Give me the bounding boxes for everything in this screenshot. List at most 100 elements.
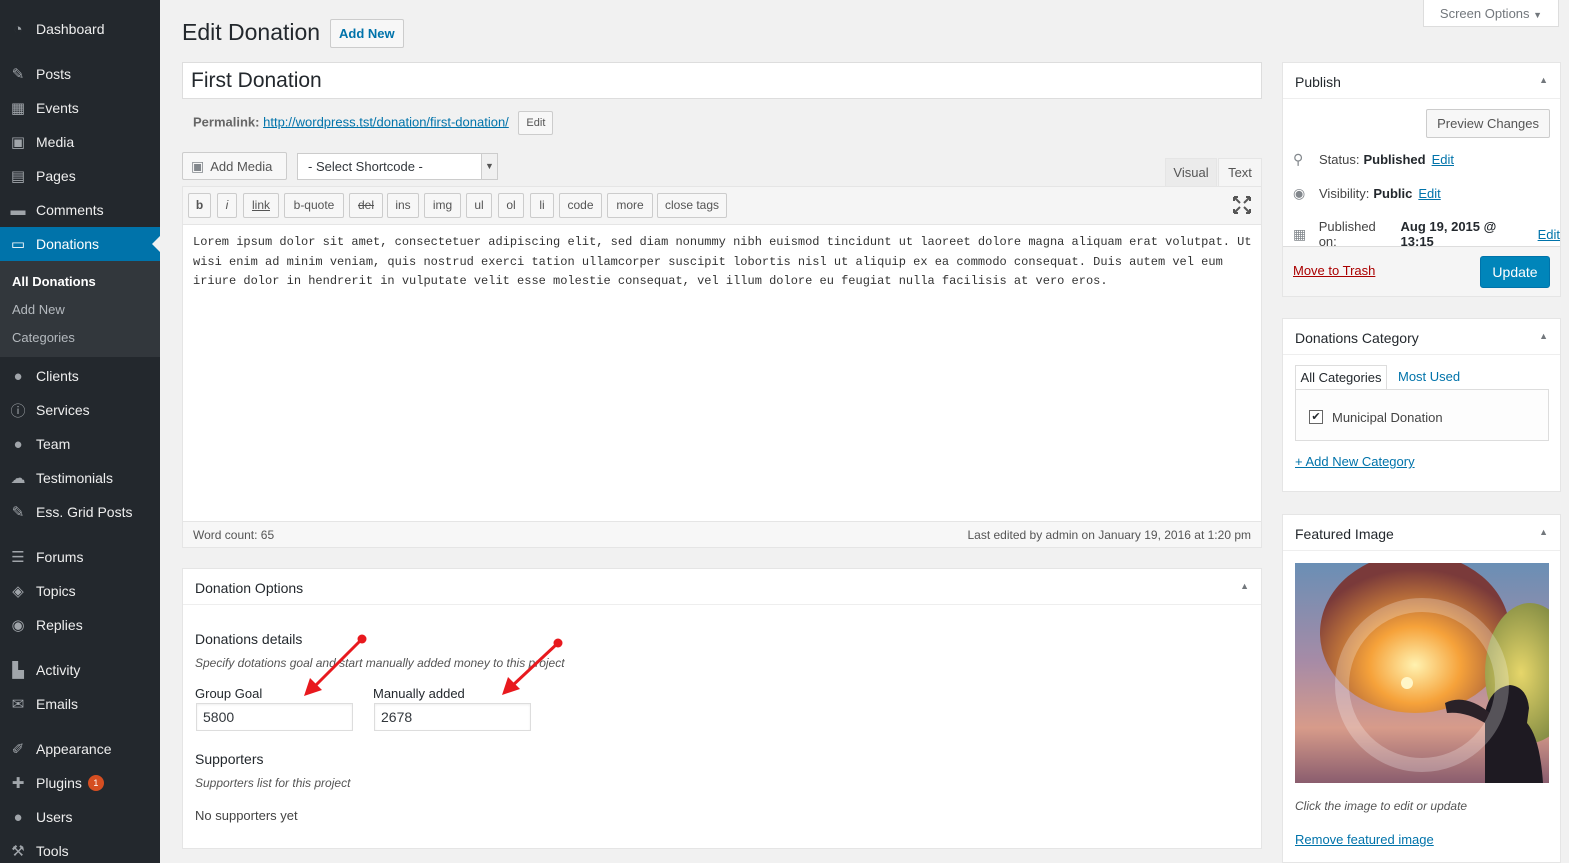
qt-bold-button[interactable]: b: [188, 193, 211, 218]
dashboard-icon: ◔: [13, 20, 23, 38]
publish-actions: Move to Trash Update: [1283, 246, 1560, 296]
featured-image-title: Featured Image: [1295, 526, 1394, 542]
editor-tab-text[interactable]: Text: [1218, 158, 1262, 186]
menu-item-team[interactable]: ● Team: [0, 427, 160, 461]
qt-close-tags-button[interactable]: close tags: [657, 193, 727, 218]
caret-down-icon: ▼: [1533, 10, 1543, 20]
category-title: Donations Category: [1295, 330, 1419, 346]
menu-label: Plugins: [36, 775, 82, 791]
menu-item-comments[interactable]: ▬ Comments: [0, 193, 160, 227]
qt-italic-button[interactable]: i: [217, 193, 237, 218]
donation-options-header[interactable]: Donation Options ▲: [183, 569, 1261, 605]
qt-link-button[interactable]: link: [243, 193, 279, 218]
add-new-button[interactable]: Add New: [330, 19, 404, 48]
menu-item-topics[interactable]: ◈ Topics: [0, 574, 160, 608]
tab-all-categories[interactable]: All Categories: [1295, 365, 1387, 390]
menu-item-users[interactable]: ● Users: [0, 800, 160, 834]
info-icon: ⓘ: [10, 402, 26, 420]
visibility-value: Public: [1373, 186, 1413, 201]
menu-item-clients[interactable]: ● Clients: [0, 359, 160, 393]
plugin-icon: ✚: [11, 775, 25, 792]
menu-item-appearance[interactable]: ✐ Appearance: [0, 732, 160, 766]
donations-submenu: All Donations Add New Categories: [0, 261, 160, 357]
editor-tab-visual[interactable]: Visual: [1165, 158, 1217, 186]
menu-item-pages[interactable]: ▤ Pages: [0, 159, 160, 193]
publish-header[interactable]: Publish ▲: [1283, 63, 1560, 99]
publish-title: Publish: [1295, 74, 1341, 90]
submenu-all-donations[interactable]: All Donations: [12, 274, 96, 289]
visibility-edit-link[interactable]: Edit: [1418, 186, 1440, 201]
menu-item-testimonials[interactable]: ☁ Testimonials: [0, 461, 160, 495]
featured-image-header[interactable]: Featured Image ▲: [1283, 515, 1560, 551]
donation-options-title: Donation Options: [195, 580, 304, 596]
permalink-row: Permalink: http://wordpress.tst/donation…: [193, 111, 554, 135]
qt-ol-button[interactable]: ol: [498, 193, 524, 218]
collapse-arrow-icon[interactable]: ▲: [1539, 75, 1548, 85]
menu-item-tools[interactable]: ⚒ Tools: [0, 834, 160, 863]
menu-item-donations[interactable]: ▭ Donations: [0, 227, 160, 261]
preview-changes-button[interactable]: Preview Changes: [1426, 109, 1550, 138]
permalink-link[interactable]: http://wordpress.tst/donation/first-dona…: [263, 114, 509, 129]
menu-label: Comments: [36, 202, 104, 218]
donations-details-heading: Donations details: [195, 631, 303, 647]
permalink-edit-button[interactable]: Edit: [518, 111, 554, 135]
last-edited-info: Last edited by admin on January 19, 2016…: [967, 528, 1251, 542]
shortcode-select[interactable]: - Select Shortcode - ▼: [297, 153, 498, 180]
menu-label: Clients: [36, 368, 79, 384]
qt-more-button[interactable]: more: [607, 193, 653, 218]
menu-item-emails[interactable]: ✉ Emails: [0, 687, 160, 721]
collapse-arrow-icon[interactable]: ▲: [1539, 527, 1548, 537]
submenu-add-new[interactable]: Add New: [12, 302, 65, 317]
qt-code-button[interactable]: code: [559, 193, 602, 218]
media-icon: ▣: [191, 157, 205, 174]
status-label: Status:: [1319, 152, 1360, 167]
replies-icon: ◉: [11, 617, 25, 634]
menu-item-events[interactable]: ▦ Events: [0, 91, 160, 125]
move-to-trash-link[interactable]: Move to Trash: [1293, 263, 1375, 278]
collapse-arrow-icon[interactable]: ▲: [1240, 581, 1249, 591]
menu-item-activity[interactable]: ▙ Activity: [0, 653, 160, 687]
category-label: Municipal Donation: [1332, 410, 1443, 425]
menu-item-dashboard[interactable]: ◔ Dashboard: [0, 12, 160, 46]
qt-blockquote-button[interactable]: b-quote: [284, 193, 344, 218]
user-icon: ●: [13, 435, 23, 453]
content-editor: b i link b-quote del ins img ul ol li co…: [182, 186, 1262, 548]
qt-del-button[interactable]: del: [349, 193, 383, 218]
post-title-input[interactable]: [182, 62, 1262, 99]
menu-item-plugins[interactable]: ✚ Plugins 1: [0, 766, 160, 800]
add-media-button[interactable]: ▣ Add Media: [182, 152, 287, 180]
category-checkbox[interactable]: ✔: [1309, 410, 1323, 424]
menu-label: Testimonials: [36, 470, 114, 486]
manually-added-input[interactable]: [374, 703, 531, 731]
qt-li-button[interactable]: li: [530, 193, 554, 218]
supporters-heading: Supporters: [195, 751, 264, 767]
fullscreen-icon[interactable]: [1233, 196, 1251, 214]
menu-label: Media: [36, 134, 75, 150]
qt-ins-button[interactable]: ins: [387, 193, 419, 218]
menu-item-services[interactable]: ⓘ Services: [0, 393, 160, 427]
collapse-arrow-icon[interactable]: ▲: [1539, 331, 1548, 341]
menu-item-forums[interactable]: ☰ Forums: [0, 540, 160, 574]
qt-img-button[interactable]: img: [424, 193, 461, 218]
content-textarea[interactable]: Lorem ipsum dolor sit amet, consectetuer…: [193, 233, 1253, 292]
menu-item-posts[interactable]: ✎ Posts: [0, 57, 160, 91]
published-on-edit-link[interactable]: Edit: [1538, 227, 1560, 242]
category-header[interactable]: Donations Category ▲: [1283, 319, 1560, 355]
status-row: ⚲ Status: Published Edit: [1293, 151, 1454, 168]
status-edit-link[interactable]: Edit: [1432, 152, 1454, 167]
menu-item-replies[interactable]: ◉ Replies: [0, 608, 160, 642]
add-new-category-link[interactable]: + Add New Category: [1295, 454, 1415, 469]
screen-options-toggle[interactable]: Screen Options ▼: [1423, 0, 1559, 27]
group-goal-input[interactable]: [196, 703, 353, 731]
menu-label: Donations: [36, 236, 100, 252]
tab-most-used[interactable]: Most Used: [1398, 365, 1460, 390]
remove-featured-image-link[interactable]: Remove featured image: [1295, 832, 1434, 847]
update-button[interactable]: Update: [1480, 256, 1550, 288]
menu-item-ess-grid-posts[interactable]: ✎ Ess. Grid Posts: [0, 495, 160, 529]
submenu-categories[interactable]: Categories: [12, 330, 75, 345]
menu-item-media[interactable]: ▣ Media: [0, 125, 160, 159]
featured-image-thumbnail[interactable]: [1295, 563, 1549, 783]
activity-icon: ▙: [12, 662, 24, 679]
qt-ul-button[interactable]: ul: [466, 193, 492, 218]
menu-label: Posts: [36, 66, 72, 82]
